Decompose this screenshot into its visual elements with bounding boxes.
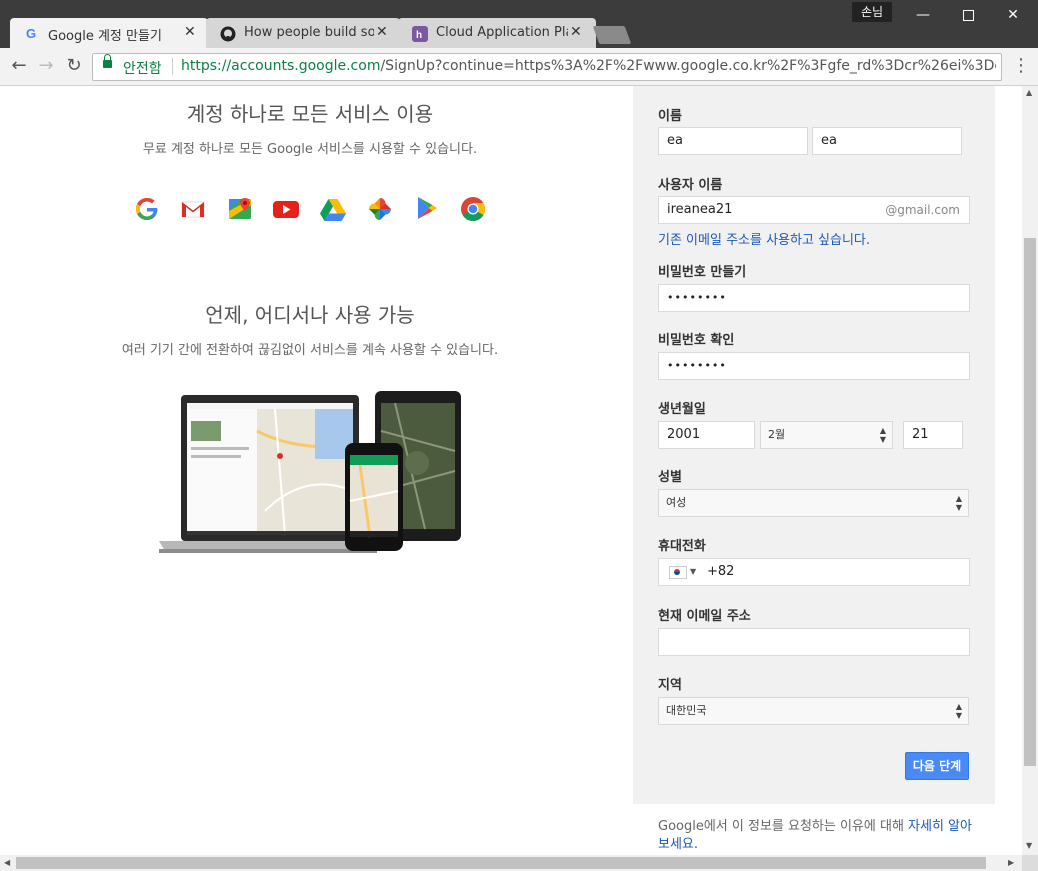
phone-field[interactable]: ▼ +82 [658,558,970,586]
svg-text:h: h [416,30,422,41]
subtext-anywhere: 여러 기기 간에 전환하여 끊김없이 서비스를 계속 사용할 수 있습니다. [121,343,499,358]
tab-title: Google 계정 만들기 [48,29,162,44]
phone-label: 휴대전화 [658,539,706,554]
divider [172,58,173,75]
username-field[interactable]: ireanea21 @gmail.com [658,196,970,224]
footer-text: Google에서 이 정보를 요청하는 이유에 대해 [658,819,909,834]
korea-flag-icon[interactable] [669,566,687,579]
password-label: 비밀번호 만들기 [658,265,747,280]
lock-icon [103,54,112,68]
gmail-suffix: @gmail.com [885,203,960,217]
menu-icon[interactable]: ⋮ [1012,54,1030,78]
svg-text:G: G [26,26,36,40]
page-content: 계정 하나로 모든 서비스 이용 무료 계정 하나로 모든 Google 서비스… [0,86,1022,855]
secure-label: 안전함 [123,61,162,77]
birth-day-field[interactable]: 21 [903,421,963,449]
address-bar[interactable]: 안전함 https://accounts.google.com/SignUp?c… [92,53,1002,81]
url-host: https://accounts.google.com [181,58,381,74]
phone-code: +82 [707,564,735,579]
gender-select[interactable]: 여성 ▲ ▼ [658,489,969,517]
select-arrows-icon: ▲ ▼ [955,494,962,512]
name-label: 이름 [658,109,682,124]
browser-toolbar: ← → ↻ 안전함 https://accounts.google.com/Si… [0,48,1038,86]
tab-close-icon[interactable]: ✕ [184,24,196,40]
username-value: ireanea21 [667,202,733,217]
tab-title: Cloud Application Platfo [436,25,568,40]
gmail-icon [181,201,205,218]
select-arrows-icon: ▲ ▼ [955,702,962,720]
photos-icon [369,198,391,220]
drive-icon [320,199,346,221]
tab-close-icon[interactable]: ✕ [570,24,582,40]
subtext-one-account: 무료 계정 하나로 모든 Google 서비스를 시용할 수 있습니다. [142,142,478,157]
heading-anywhere: 언제, 어디서나 사용 가능 [205,303,415,327]
profile-button[interactable]: 손님 [852,2,892,22]
new-tab-button[interactable] [592,26,632,44]
tab-google-signup[interactable]: G Google 계정 만들기 ✕ [10,18,208,48]
current-email-label: 현재 이메일 주소 [658,609,751,624]
region-value: 대한민국 [666,704,707,717]
window-titlebar: 손님 — ✕ G Google 계정 만들기 ✕ How people buil… [0,0,1038,48]
tab-github[interactable]: How people build softw ✕ [206,18,400,48]
birth-year-field[interactable]: 2001 [658,421,755,449]
next-step-button[interactable]: 다음 단계 [905,752,969,780]
maximize-button[interactable] [953,4,983,26]
tab-close-icon[interactable]: ✕ [376,24,388,40]
username-label: 사용자 이름 [658,178,723,193]
play-icon [418,197,437,219]
scroll-down-icon[interactable]: ▼ [1026,841,1032,850]
tab-heroku[interactable]: h Cloud Application Platfo ✕ [398,18,596,48]
info-footer: Google에서 이 정보를 요청하는 이유에 대해 자세히 알아보세요. [658,818,978,854]
last-name-field[interactable]: ea [812,127,962,155]
birthday-label: 생년월일 [658,402,706,417]
chrome-icon [461,197,486,222]
birth-month-select[interactable]: 2월 ▲ ▼ [760,421,893,449]
youtube-icon [273,201,299,218]
scroll-up-icon[interactable]: ▲ [1026,88,1032,97]
reload-icon[interactable]: ↻ [62,54,86,78]
scroll-corner [1022,855,1038,871]
region-label: 지역 [658,678,682,693]
first-name-field[interactable]: ea [658,127,808,155]
close-window-button[interactable]: ✕ [998,4,1028,26]
back-arrow-icon[interactable]: ← [7,54,31,78]
horizontal-scrollbar[interactable]: ◀ ▶ [0,855,1022,871]
confirm-password-field[interactable]: •••••••• [658,352,970,380]
vertical-scroll-thumb[interactable] [1024,238,1036,766]
select-arrows-icon: ▲ ▼ [879,426,886,444]
scroll-left-icon[interactable]: ◀ [4,858,10,867]
google-g-icon: G [24,26,40,42]
maps-icon [229,198,251,219]
devices-illustration [159,391,461,553]
country-dropdown-icon[interactable]: ▼ [690,559,696,585]
birth-month-value: 2월 [768,428,786,441]
github-icon [220,26,236,42]
use-existing-email-link[interactable]: 기존 이메일 주소를 사용하고 싶습니다. [658,229,870,248]
confirm-password-label: 비밀번호 확인 [658,333,735,348]
gender-label: 성별 [658,470,682,485]
region-select[interactable]: 대한민국 ▲ ▼ [658,697,969,725]
scroll-right-icon[interactable]: ▶ [1008,858,1014,867]
url-path: /SignUp?continue=https%3A%2F%2Fwww.googl… [380,58,996,74]
heading-one-account: 계정 하나로 모든 서비스 이용 [186,102,434,126]
maximize-icon [962,10,974,21]
tab-title: How people build softw [244,25,374,40]
minimize-button[interactable]: — [908,4,938,26]
vertical-scrollbar[interactable]: ▲ ▼ [1022,86,1038,855]
heroku-icon: h [412,26,428,42]
signup-form-panel: 이름 ea ea 사용자 이름 ireanea21 @gmail.com 기존 … [633,86,995,804]
current-email-field[interactable] [658,628,970,656]
google-icon [136,198,158,220]
url-text[interactable]: https://accounts.google.com/SignUp?conti… [181,58,996,74]
password-field[interactable]: •••••••• [658,284,970,312]
horizontal-scroll-thumb[interactable] [16,857,986,869]
gender-value: 여성 [666,496,687,509]
forward-arrow-icon[interactable]: → [34,54,58,78]
